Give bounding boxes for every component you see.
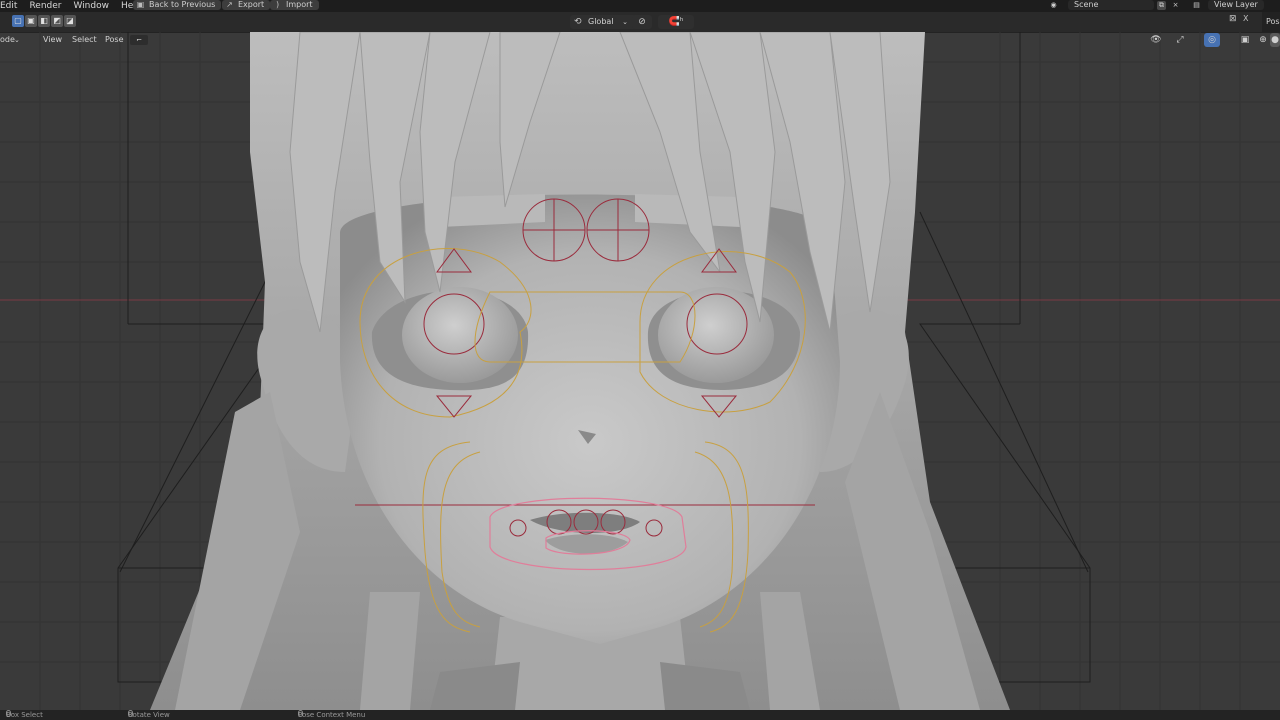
status-pose-context-menu: Pose Context Menu bbox=[298, 711, 366, 719]
overlays-icon[interactable]: ◎ bbox=[1204, 33, 1220, 47]
viewlayer-icon[interactable]: ▤ bbox=[1192, 1, 1201, 10]
back-to-previous-label: Back to Previous bbox=[149, 0, 216, 9]
back-icon: ▣ bbox=[136, 0, 145, 9]
back-to-previous-button[interactable]: ▣ Back to Previous bbox=[133, 0, 222, 10]
toggle-icon[interactable]: ⊠ bbox=[1229, 14, 1237, 24]
import-icon: ) bbox=[275, 0, 280, 9]
viewlayer-label: View Layer bbox=[1214, 0, 1258, 9]
interaction-mode-label: ode bbox=[0, 35, 15, 44]
chevron-down-icon: ⌄ bbox=[14, 36, 20, 44]
close-label[interactable]: X bbox=[1243, 14, 1248, 23]
status-box-select: Box Select bbox=[6, 711, 43, 719]
main-menu: Edit Render Window Help bbox=[0, 0, 148, 12]
chevron-down-icon: ⌄ bbox=[622, 18, 628, 26]
select-mode-buttons: ▢ ▣ ◧ ◩ ◪ bbox=[12, 15, 76, 27]
scene-selector[interactable]: Scene bbox=[1068, 0, 1154, 10]
select-intersect-mode-icon[interactable]: ◪ bbox=[64, 15, 76, 27]
pose-menu[interactable]: Pose bbox=[105, 33, 124, 47]
export-icon: ↗ bbox=[226, 0, 233, 9]
3d-viewport[interactable] bbox=[0, 31, 1280, 710]
menu-edit[interactable]: Edit bbox=[0, 0, 23, 12]
scene-icon[interactable]: ◉ bbox=[1049, 1, 1058, 10]
snapping-icon[interactable]: 🧲ʰ bbox=[658, 15, 694, 29]
pose-tab-cut[interactable]: Pos bbox=[1262, 12, 1280, 32]
eye-left bbox=[402, 287, 518, 383]
transform-orientation-label: Global bbox=[588, 17, 614, 26]
pivot-point-icon[interactable]: ⊘ bbox=[632, 15, 652, 29]
status-rotate-view: Rotate View bbox=[128, 711, 170, 719]
viewport-header: ode ⌄ View Select Pose ⌐ bbox=[0, 33, 1280, 47]
select-subtract-mode-icon[interactable]: ◧ bbox=[38, 15, 50, 27]
import-button[interactable]: ) Import bbox=[270, 0, 319, 10]
transform-orientation-dropdown[interactable]: ⟲ Global ⌄ bbox=[570, 15, 636, 29]
orientation-icon: ⟲ bbox=[574, 17, 582, 27]
xray-icon[interactable]: ▣ bbox=[1238, 33, 1252, 47]
menu-window[interactable]: Window bbox=[67, 0, 115, 12]
select-extend-mode-icon[interactable]: ▣ bbox=[25, 15, 37, 27]
solid-shading-icon[interactable]: ● bbox=[1270, 33, 1280, 47]
status-bar: Box Select Rotate View Pose Context Menu bbox=[0, 710, 1280, 720]
pose-options-icon[interactable]: ⌐ bbox=[130, 35, 148, 45]
gizmo-icon[interactable]: ⤢ bbox=[1172, 33, 1188, 47]
export-button[interactable]: ↗ Export bbox=[222, 0, 271, 10]
select-invert-mode-icon[interactable]: ◩ bbox=[51, 15, 63, 27]
new-scene-icon[interactable]: ⧉ bbox=[1157, 1, 1166, 10]
view-menu[interactable]: View bbox=[43, 33, 62, 47]
select-menu[interactable]: Select bbox=[72, 33, 97, 47]
scene-label: Scene bbox=[1074, 0, 1099, 9]
wireframe-shading-icon[interactable]: ⊕ bbox=[1256, 33, 1270, 47]
tool-header: ▢ ▣ ◧ ◩ ◪ ⟲ Global ⌄ ⊘ 🧲ʰ ⊠ X Pos bbox=[0, 12, 1280, 33]
menu-render[interactable]: Render bbox=[23, 0, 67, 12]
export-label: Export bbox=[238, 0, 265, 9]
delete-scene-icon[interactable]: × bbox=[1171, 1, 1180, 10]
import-label: Import bbox=[286, 0, 313, 9]
viewport-canvas[interactable] bbox=[0, 31, 1280, 710]
select-box-mode-icon[interactable]: ▢ bbox=[12, 15, 24, 27]
top-menu-bar: Edit Render Window Help ▣ Back to Previo… bbox=[0, 0, 1280, 12]
visibility-icon[interactable]: 👁 bbox=[1148, 33, 1164, 47]
viewlayer-selector[interactable]: View Layer bbox=[1208, 0, 1264, 10]
